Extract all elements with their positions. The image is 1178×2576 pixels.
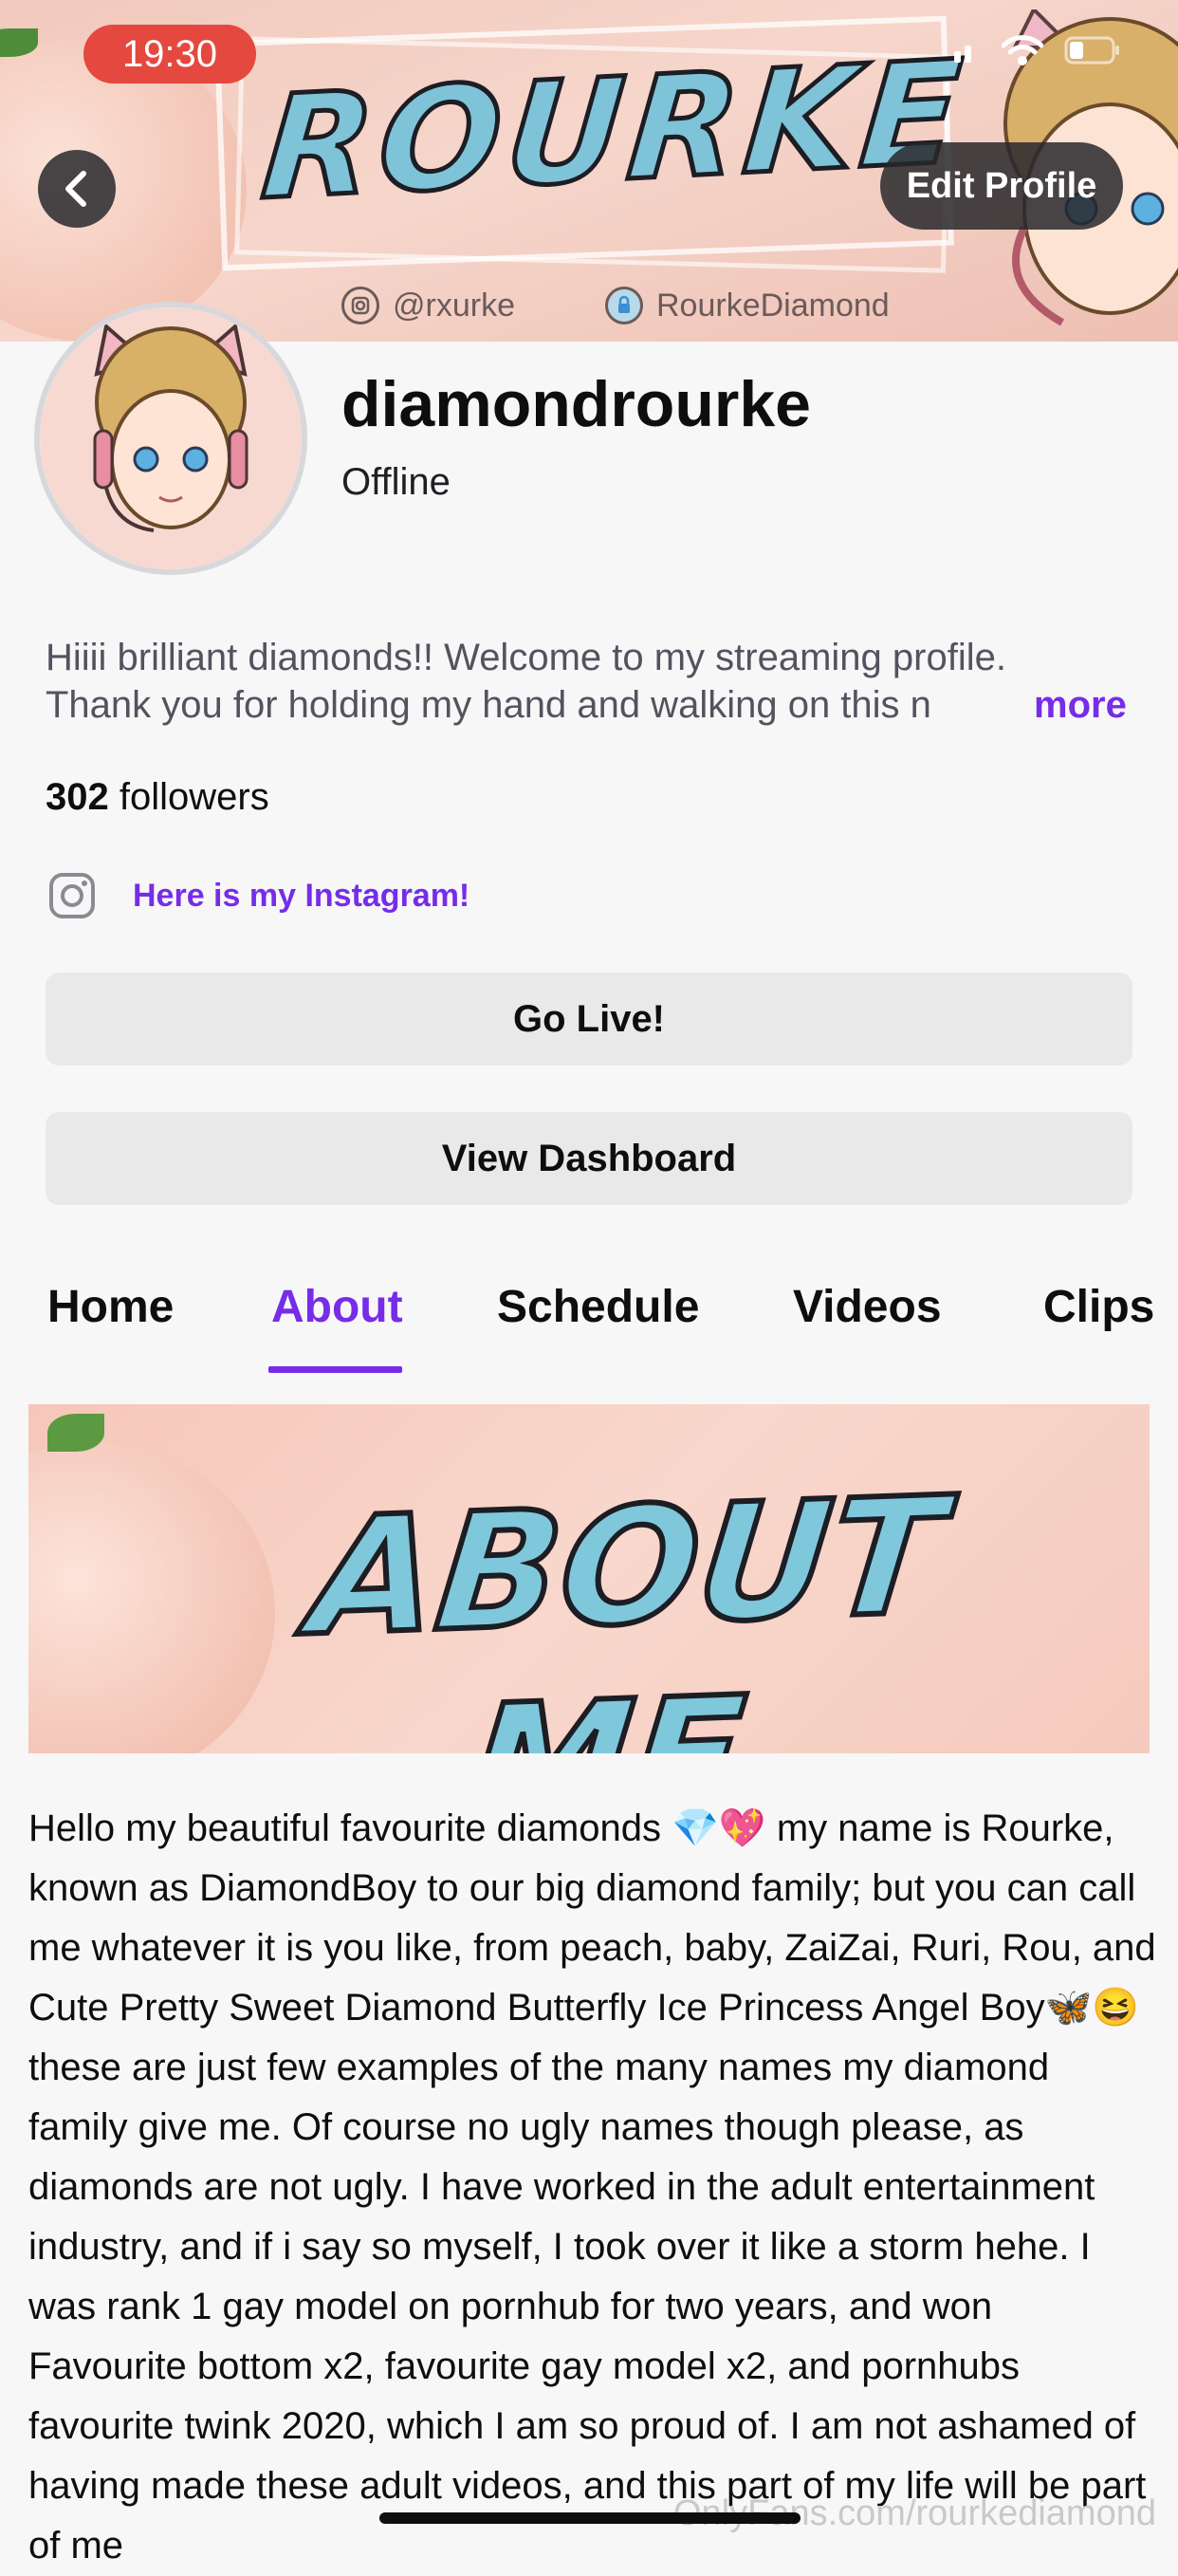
tab-schedule[interactable]: Schedule (497, 1281, 699, 1333)
back-arrow-icon (65, 171, 86, 207)
banner-instagram-tag: @rxurke (341, 287, 515, 324)
followers-number: 302 (46, 776, 109, 818)
view-dashboard-button[interactable]: View Dashboard (46, 1112, 1132, 1205)
tab-home[interactable]: Home (47, 1281, 174, 1333)
bio-more-link[interactable]: more (1034, 681, 1127, 729)
back-button[interactable] (38, 150, 116, 228)
profile-tabs: Home About Schedule Videos Clips (0, 1281, 1178, 1373)
about-me-panel-image: ABOUT ME (28, 1404, 1150, 1753)
banner-onlyfans-handle: RourkeDiamond (656, 287, 890, 324)
about-peach-leaf (47, 1414, 104, 1452)
about-description: Hello my beautiful favourite diamonds 💎💖… (28, 1807, 1156, 2567)
banner-title: ROURKE (254, 28, 975, 233)
instagram-social-link[interactable]: Here is my Instagram! (46, 869, 469, 922)
home-indicator (379, 2512, 801, 2524)
tab-videos[interactable]: Videos (793, 1281, 942, 1333)
battery-icon (1064, 36, 1119, 65)
bio-line-2-text: Thank you for holding my hand and walkin… (46, 684, 931, 726)
lock-icon (605, 287, 643, 324)
bio-fade (937, 681, 994, 729)
followers-count[interactable]: 302 followers (46, 776, 269, 819)
status-bar-icons (952, 34, 1121, 66)
go-live-button[interactable]: Go Live! (46, 973, 1132, 1066)
active-tab-indicator (268, 1366, 402, 1373)
profile-banner: ROURKE @rxurke RourkeDiamond 19:30 Edit … (0, 0, 1178, 342)
instagram-link-text[interactable]: Here is my Instagram! (133, 878, 469, 915)
wifi-icon (1002, 35, 1043, 65)
bio-line-1: Hiiii brilliant diamonds!! Welcome to my… (46, 637, 1006, 678)
signal-icon (954, 46, 971, 63)
bio-line-2: Thank you for holding my hand and walkin… (46, 681, 994, 729)
followers-label: followers (119, 776, 269, 818)
tab-clips[interactable]: Clips (1043, 1281, 1154, 1333)
instagram-icon (341, 287, 379, 324)
avatar-illustration (40, 307, 302, 569)
instagram-icon (49, 873, 95, 918)
edit-profile-button[interactable]: Edit Profile (880, 142, 1123, 230)
tab-about[interactable]: About (271, 1281, 403, 1333)
banner-instagram-handle: @rxurke (393, 287, 515, 324)
profile-username: diamondrourke (341, 368, 811, 440)
banner-peach-left (0, 38, 247, 342)
status-bar-time: 19:30 (83, 25, 256, 83)
profile-bio: Hiiii brilliant diamonds!! Welcome to my… (46, 634, 1136, 729)
profile-avatar[interactable] (34, 302, 307, 575)
banner-onlyfans-tag: RourkeDiamond (605, 287, 890, 324)
profile-status: Offline (341, 461, 451, 503)
about-me-title: ABOUT ME (300, 1460, 953, 1753)
